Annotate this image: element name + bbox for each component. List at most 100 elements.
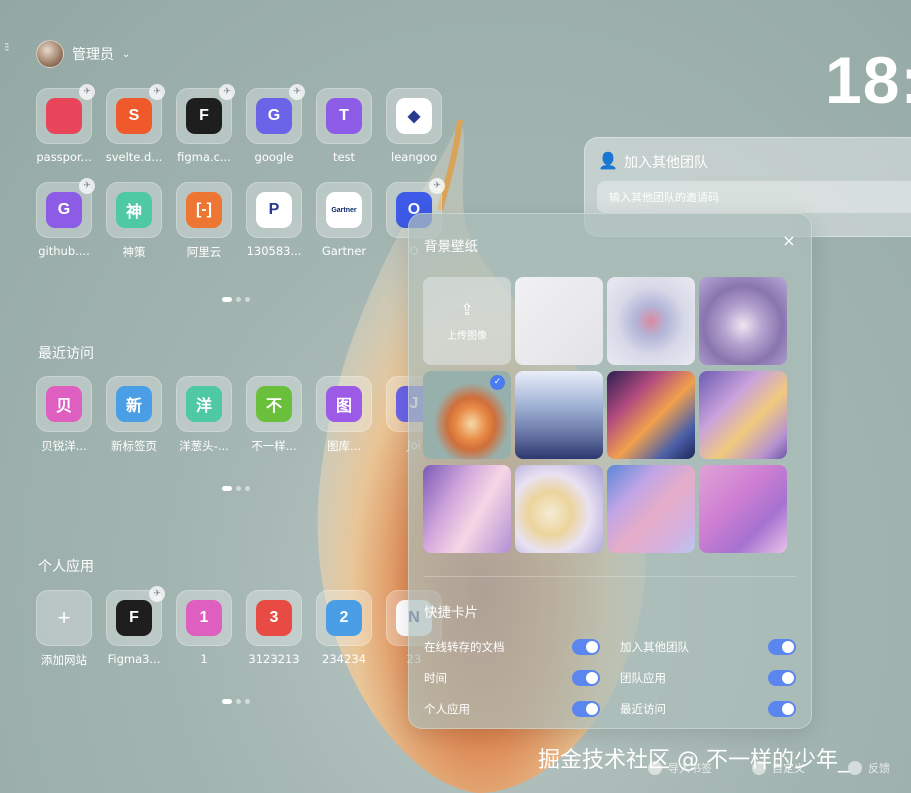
app-tile[interactable]: S ✈ bbox=[106, 84, 165, 144]
app-tile[interactable]: 贝 bbox=[36, 376, 92, 432]
footer-feedback[interactable]: 反馈 bbox=[848, 760, 890, 776]
app-tile[interactable]: 2 bbox=[316, 590, 372, 646]
app-tile[interactable]: 不 bbox=[246, 376, 302, 432]
app-item[interactable]: 不不一样... bbox=[246, 376, 302, 454]
app-item[interactable]: Ttest bbox=[316, 88, 372, 164]
app-tile[interactable]: 洋 bbox=[176, 376, 232, 432]
app-icon: 3 bbox=[256, 600, 292, 636]
app-label: 神策 bbox=[122, 245, 146, 259]
pin-icon[interactable]: ✈ bbox=[429, 178, 445, 194]
toggle-switch[interactable] bbox=[768, 639, 796, 655]
app-tile[interactable]: 3 bbox=[246, 590, 302, 646]
wallpaper-thumb[interactable] bbox=[423, 465, 511, 553]
wallpaper-thumb[interactable] bbox=[699, 277, 787, 365]
pin-icon[interactable]: ✈ bbox=[149, 586, 165, 602]
wallpaper-thumb[interactable] bbox=[607, 371, 695, 459]
app-item[interactable]: S ✈ svelte.d... bbox=[106, 84, 165, 164]
app-tile[interactable]: 新 bbox=[106, 376, 162, 432]
wallpaper-thumb[interactable] bbox=[607, 277, 695, 365]
pin-icon[interactable]: ✈ bbox=[219, 84, 235, 100]
toggle-switch[interactable] bbox=[768, 701, 796, 717]
app-item[interactable]: F ✈ Figma3... bbox=[106, 586, 165, 668]
wallpaper-thumb-selected[interactable]: ✓ bbox=[423, 371, 511, 459]
app-tile[interactable]: T bbox=[316, 88, 372, 144]
drag-handle-icon[interactable]: ⁝⁝ bbox=[4, 41, 12, 53]
toggle-switch[interactable] bbox=[572, 639, 600, 655]
app-item[interactable]: 图图库... bbox=[316, 376, 372, 454]
app-tile[interactable]: G ✈ bbox=[36, 178, 95, 238]
toggle-row: 团队应用 bbox=[620, 670, 796, 686]
page-dot[interactable] bbox=[222, 297, 232, 302]
toggle-label: 在线转存的文档 bbox=[424, 640, 505, 654]
page-dot[interactable] bbox=[222, 699, 232, 704]
close-button[interactable]: × bbox=[780, 232, 798, 250]
personal-app-grid: +添加网站F✈Figma3...11331232132234234N23 bbox=[36, 586, 442, 668]
chevron-down-icon: ⌄ bbox=[122, 48, 131, 60]
app-tile[interactable]: 图 bbox=[316, 376, 372, 432]
app-tile[interactable]: [-] bbox=[176, 182, 232, 238]
app-item[interactable]: F ✈ figma.c... bbox=[176, 84, 235, 164]
app-item[interactable]: + 添加网站 bbox=[36, 590, 92, 668]
app-tile[interactable]: 神 bbox=[106, 182, 162, 238]
paypal-icon: P bbox=[256, 192, 292, 228]
personal-pagination[interactable] bbox=[222, 699, 250, 704]
user-menu[interactable]: 管理员 ⌄ bbox=[36, 40, 130, 68]
upload-image-button[interactable]: ⇪ 上传图像 bbox=[423, 277, 511, 365]
app-tile[interactable]: ✈ bbox=[36, 84, 95, 144]
app-item[interactable]: Gartner Gartner bbox=[316, 182, 372, 260]
toggle-row: 在线转存的文档 bbox=[424, 639, 600, 655]
app-label: 贝锐洋... bbox=[41, 439, 87, 453]
gartner-icon: Gartner bbox=[326, 192, 362, 228]
app-tile[interactable]: ◆ bbox=[386, 88, 442, 144]
wallpaper-thumb[interactable] bbox=[699, 465, 787, 553]
page-dot[interactable] bbox=[245, 486, 250, 491]
app-icon: 不 bbox=[256, 386, 292, 422]
app-item[interactable]: 2 234234 bbox=[316, 590, 372, 668]
page-dot[interactable] bbox=[222, 486, 232, 491]
app-label: svelte.d... bbox=[105, 150, 163, 164]
app-icon: 洋 bbox=[186, 386, 222, 422]
page-dot[interactable] bbox=[236, 486, 241, 491]
wallpaper-thumb[interactable] bbox=[515, 371, 603, 459]
app-item[interactable]: 洋洋葱头-... bbox=[176, 376, 232, 454]
page-dot[interactable] bbox=[236, 699, 241, 704]
app-item[interactable]: G ✈ google bbox=[246, 84, 305, 164]
invite-code-input[interactable] bbox=[597, 181, 911, 213]
top-pagination[interactable] bbox=[222, 297, 250, 302]
pin-icon[interactable]: ✈ bbox=[289, 84, 305, 100]
app-item[interactable]: 贝贝锐洋... bbox=[36, 376, 92, 454]
app-icon: 新 bbox=[116, 386, 152, 422]
wallpaper-thumb[interactable] bbox=[607, 465, 695, 553]
app-tile[interactable]: P bbox=[246, 182, 302, 238]
app-label: 130583... bbox=[246, 244, 302, 258]
app-item[interactable]: 11 bbox=[176, 590, 232, 668]
app-item[interactable]: P 130583... bbox=[246, 182, 302, 260]
app-icon: F bbox=[116, 600, 152, 636]
app-tile[interactable]: G ✈ bbox=[246, 84, 305, 144]
wallpaper-thumb[interactable] bbox=[515, 465, 603, 553]
app-item[interactable]: ✈ passpor... bbox=[36, 84, 95, 164]
app-item[interactable]: ◆ leangoo bbox=[386, 88, 442, 164]
app-item[interactable]: 3 3123213 bbox=[246, 590, 302, 668]
pin-icon[interactable]: ✈ bbox=[79, 178, 95, 194]
app-tile[interactable]: + bbox=[36, 590, 92, 646]
app-item[interactable]: G ✈ github.... bbox=[36, 178, 95, 260]
toggle-switch[interactable] bbox=[768, 670, 796, 686]
recent-pagination[interactable] bbox=[222, 486, 250, 491]
page-dot[interactable] bbox=[245, 699, 250, 704]
pin-icon[interactable]: ✈ bbox=[79, 84, 95, 100]
app-item[interactable]: 新新标签页 bbox=[106, 376, 162, 454]
wallpaper-thumb[interactable] bbox=[699, 371, 787, 459]
wallpaper-thumb[interactable] bbox=[515, 277, 603, 365]
app-tile[interactable]: F ✈ bbox=[106, 586, 165, 646]
page-dot[interactable] bbox=[245, 297, 250, 302]
page-dot[interactable] bbox=[236, 297, 241, 302]
app-tile[interactable]: Gartner bbox=[316, 182, 372, 238]
toggle-switch[interactable] bbox=[572, 701, 600, 717]
app-item[interactable]: [-] 阿里云 bbox=[176, 182, 232, 260]
toggle-switch[interactable] bbox=[572, 670, 600, 686]
app-item[interactable]: 神神策 bbox=[106, 182, 162, 260]
app-tile[interactable]: 1 bbox=[176, 590, 232, 646]
app-tile[interactable]: F ✈ bbox=[176, 84, 235, 144]
pin-icon[interactable]: ✈ bbox=[149, 84, 165, 100]
